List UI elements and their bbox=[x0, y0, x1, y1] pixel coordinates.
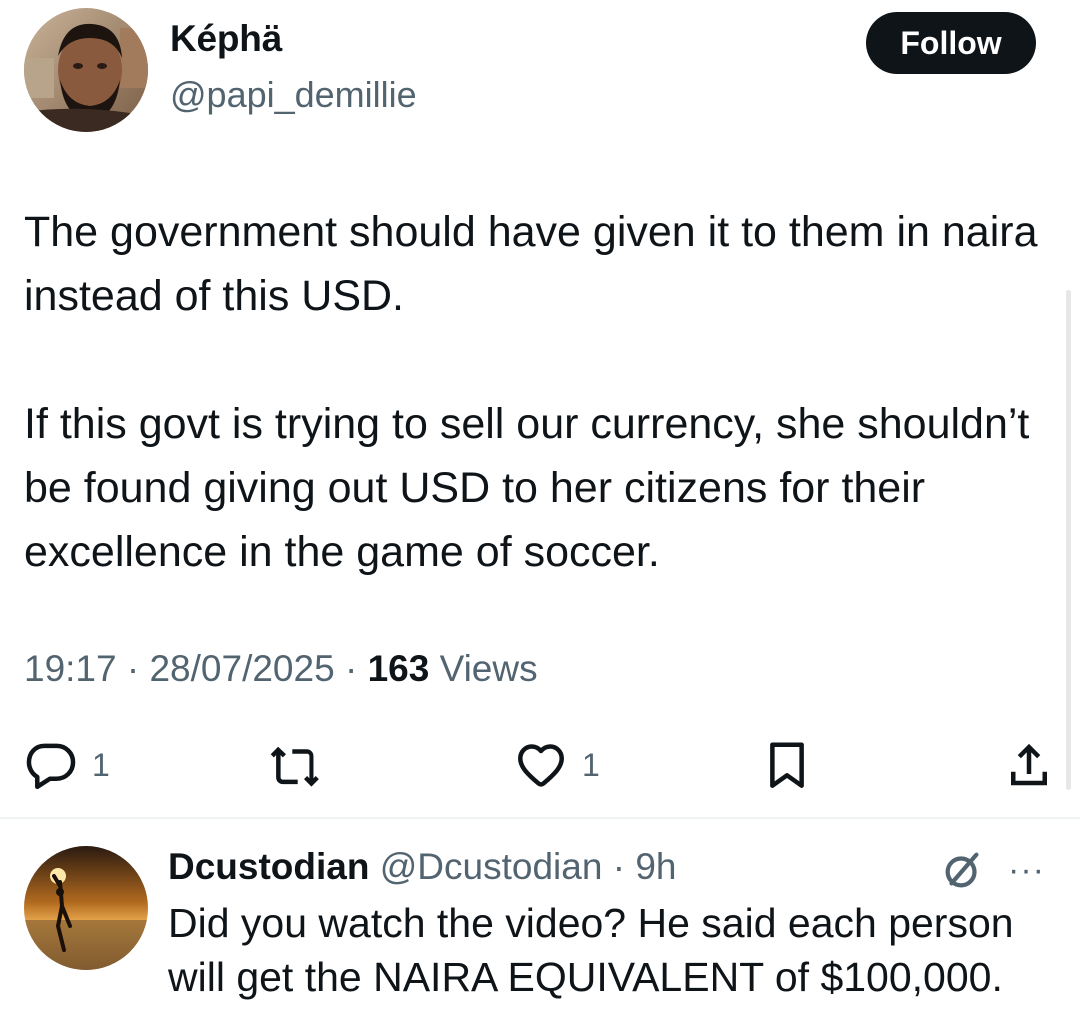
reply-author-handle[interactable]: @Dcustodian bbox=[380, 846, 613, 887]
retweet-button[interactable] bbox=[268, 730, 322, 800]
meta-separator: · bbox=[344, 648, 368, 689]
action-bar: 1 1 bbox=[0, 730, 1080, 800]
reply-icons: ··· bbox=[940, 842, 1045, 898]
grok-icon[interactable] bbox=[940, 847, 986, 893]
more-icon[interactable]: ··· bbox=[1008, 853, 1045, 887]
like-count: 1 bbox=[582, 746, 600, 783]
follow-button[interactable]: Follow bbox=[866, 12, 1036, 74]
retweet-icon bbox=[270, 746, 319, 787]
like-button[interactable]: 1 bbox=[514, 730, 600, 800]
scrollbar[interactable] bbox=[1066, 290, 1071, 790]
divider bbox=[0, 817, 1080, 819]
author-avatar[interactable] bbox=[24, 8, 148, 132]
bookmark-icon bbox=[770, 742, 804, 788]
reply-author-name[interactable]: Dcustodian bbox=[168, 846, 369, 887]
bookmark-button[interactable] bbox=[760, 730, 814, 800]
reply-count: 1 bbox=[92, 746, 110, 783]
tweet-date[interactable]: 28/07/2025 bbox=[149, 648, 334, 689]
share-button[interactable] bbox=[1002, 730, 1056, 800]
reply-header: Dcustodian @Dcustodian · 9h bbox=[168, 846, 676, 888]
tweet-text: The government should have given it to t… bbox=[24, 200, 1064, 584]
tweet-paragraph-1: The government should have given it to t… bbox=[24, 208, 1038, 320]
tweet-meta: 19:17 · 28/07/2025 · 163 Views bbox=[24, 648, 538, 690]
reply-time[interactable]: 9h bbox=[635, 846, 676, 887]
reply-avatar[interactable] bbox=[24, 846, 148, 970]
tweet-time[interactable]: 19:17 bbox=[24, 648, 117, 689]
views-count[interactable]: 163 bbox=[368, 648, 430, 689]
author-handle[interactable]: @papi_demillie bbox=[170, 74, 417, 116]
meta-separator: · bbox=[126, 648, 150, 689]
views-label: Views bbox=[439, 648, 538, 689]
share-icon bbox=[1011, 743, 1047, 786]
reply-icon bbox=[26, 743, 76, 790]
tweet-paragraph-2: If this govt is trying to sell our curre… bbox=[24, 400, 1030, 576]
author-name[interactable]: Képhä bbox=[170, 18, 282, 60]
reply-separator: · bbox=[612, 846, 636, 887]
reply-button[interactable]: 1 bbox=[24, 730, 110, 800]
tweet-detail-screen: Képhä @papi_demillie Follow The governme… bbox=[0, 0, 1080, 1024]
reply-text: Did you watch the video? He said each pe… bbox=[168, 900, 1014, 1000]
like-icon bbox=[518, 744, 564, 787]
